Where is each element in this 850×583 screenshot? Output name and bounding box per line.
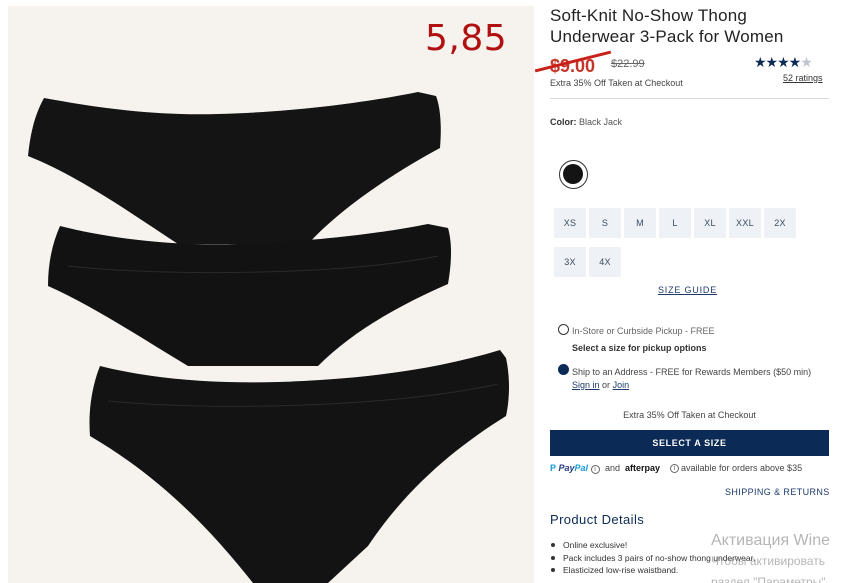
size-guide-link[interactable]: SIZE GUIDE — [658, 285, 717, 295]
size-button-xl[interactable]: XL — [694, 208, 726, 238]
size-button-m[interactable]: M — [624, 208, 656, 238]
ratings-link[interactable]: 52 ratings — [783, 73, 823, 83]
color-label: Color: — [550, 117, 577, 127]
ship-option: Ship to an Address - FREE for Rewards Me… — [572, 366, 830, 392]
promo-text: Extra 35% Off Taken at Checkout — [550, 78, 683, 88]
payment-options: P PayPal i and afterpay i available for … — [550, 463, 835, 477]
product-title: Soft-Knit No-Show Thong Underwear 3-Pack… — [550, 6, 784, 46]
underwear-illustration — [28, 92, 510, 583]
star-rating[interactable]: ★★★★★ — [754, 54, 813, 71]
size-button-xs[interactable]: XS — [554, 208, 586, 238]
ship-label: Ship to an Address - FREE for Rewards Me… — [572, 367, 812, 377]
sign-in-link[interactable]: Sign in — [572, 380, 600, 390]
afterpay-logo[interactable]: afterpay — [625, 463, 660, 473]
color-value: Black Jack — [579, 117, 623, 127]
divider — [550, 98, 829, 99]
info-icon[interactable]: i — [590, 465, 600, 474]
size-button-l[interactable]: L — [659, 208, 691, 238]
size-button-4x[interactable]: 4X — [589, 247, 621, 277]
price-annotation: 5,85 — [425, 18, 508, 59]
pickup-radio[interactable] — [558, 324, 569, 335]
pickup-label: In-Store or Curbside Pickup - FREE — [572, 326, 715, 336]
star-half-icon: ★ — [800, 54, 813, 70]
checkout-note: Extra 35% Off Taken at Checkout — [623, 410, 756, 420]
os-activation-watermark: Активация Wine Чтобы активировать раздел… — [711, 532, 830, 583]
shipping-returns-link[interactable]: SHIPPING & RETURNS — [725, 487, 830, 497]
ship-radio[interactable] — [558, 364, 569, 375]
product-details-heading[interactable]: Product Details — [550, 512, 644, 527]
paypal-p-icon: P — [550, 463, 557, 473]
paypal-logo[interactable]: P PayPal i — [550, 463, 600, 474]
select-size-button[interactable]: SELECT A SIZE — [550, 430, 829, 456]
stars-full-icon: ★★★★ — [754, 54, 801, 70]
color-row: Color: Black Jack — [550, 117, 622, 127]
product-image[interactable] — [8, 6, 534, 583]
size-button-2x[interactable]: 2X — [764, 208, 796, 238]
color-swatch-selected[interactable] — [559, 160, 588, 189]
afterpay-availability: available for orders above $35 — [681, 463, 803, 473]
size-button-xxl[interactable]: XXL — [729, 208, 761, 238]
and-text: and — [605, 463, 621, 473]
original-price: $22.99 — [611, 58, 645, 70]
size-button-3x[interactable]: 3X — [554, 247, 586, 277]
info-icon[interactable]: i — [670, 464, 679, 473]
size-button-s[interactable]: S — [589, 208, 621, 238]
color-swatch-black — [563, 164, 583, 184]
pickup-note: Select a size for pickup options — [572, 343, 707, 353]
join-link[interactable]: Join — [613, 380, 630, 390]
or-text: or — [602, 380, 611, 390]
